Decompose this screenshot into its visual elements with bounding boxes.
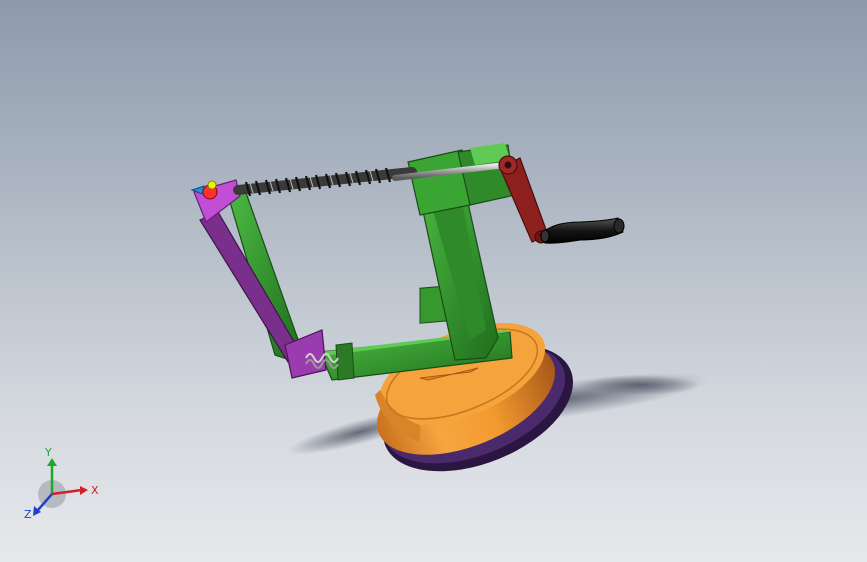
crank-handle[interactable] [539,217,625,244]
y-axis-arrow [47,458,57,466]
y-axis-label: Y [44,446,52,459]
crank-arm[interactable] [498,155,549,244]
model-view[interactable] [0,0,867,562]
x-axis-label: X [91,484,99,497]
x-axis-arrow [80,486,88,495]
axis-triad: Y X Z [24,446,99,521]
cad-viewport[interactable]: Y X Z [0,0,867,562]
z-axis-label: Z [24,508,32,521]
